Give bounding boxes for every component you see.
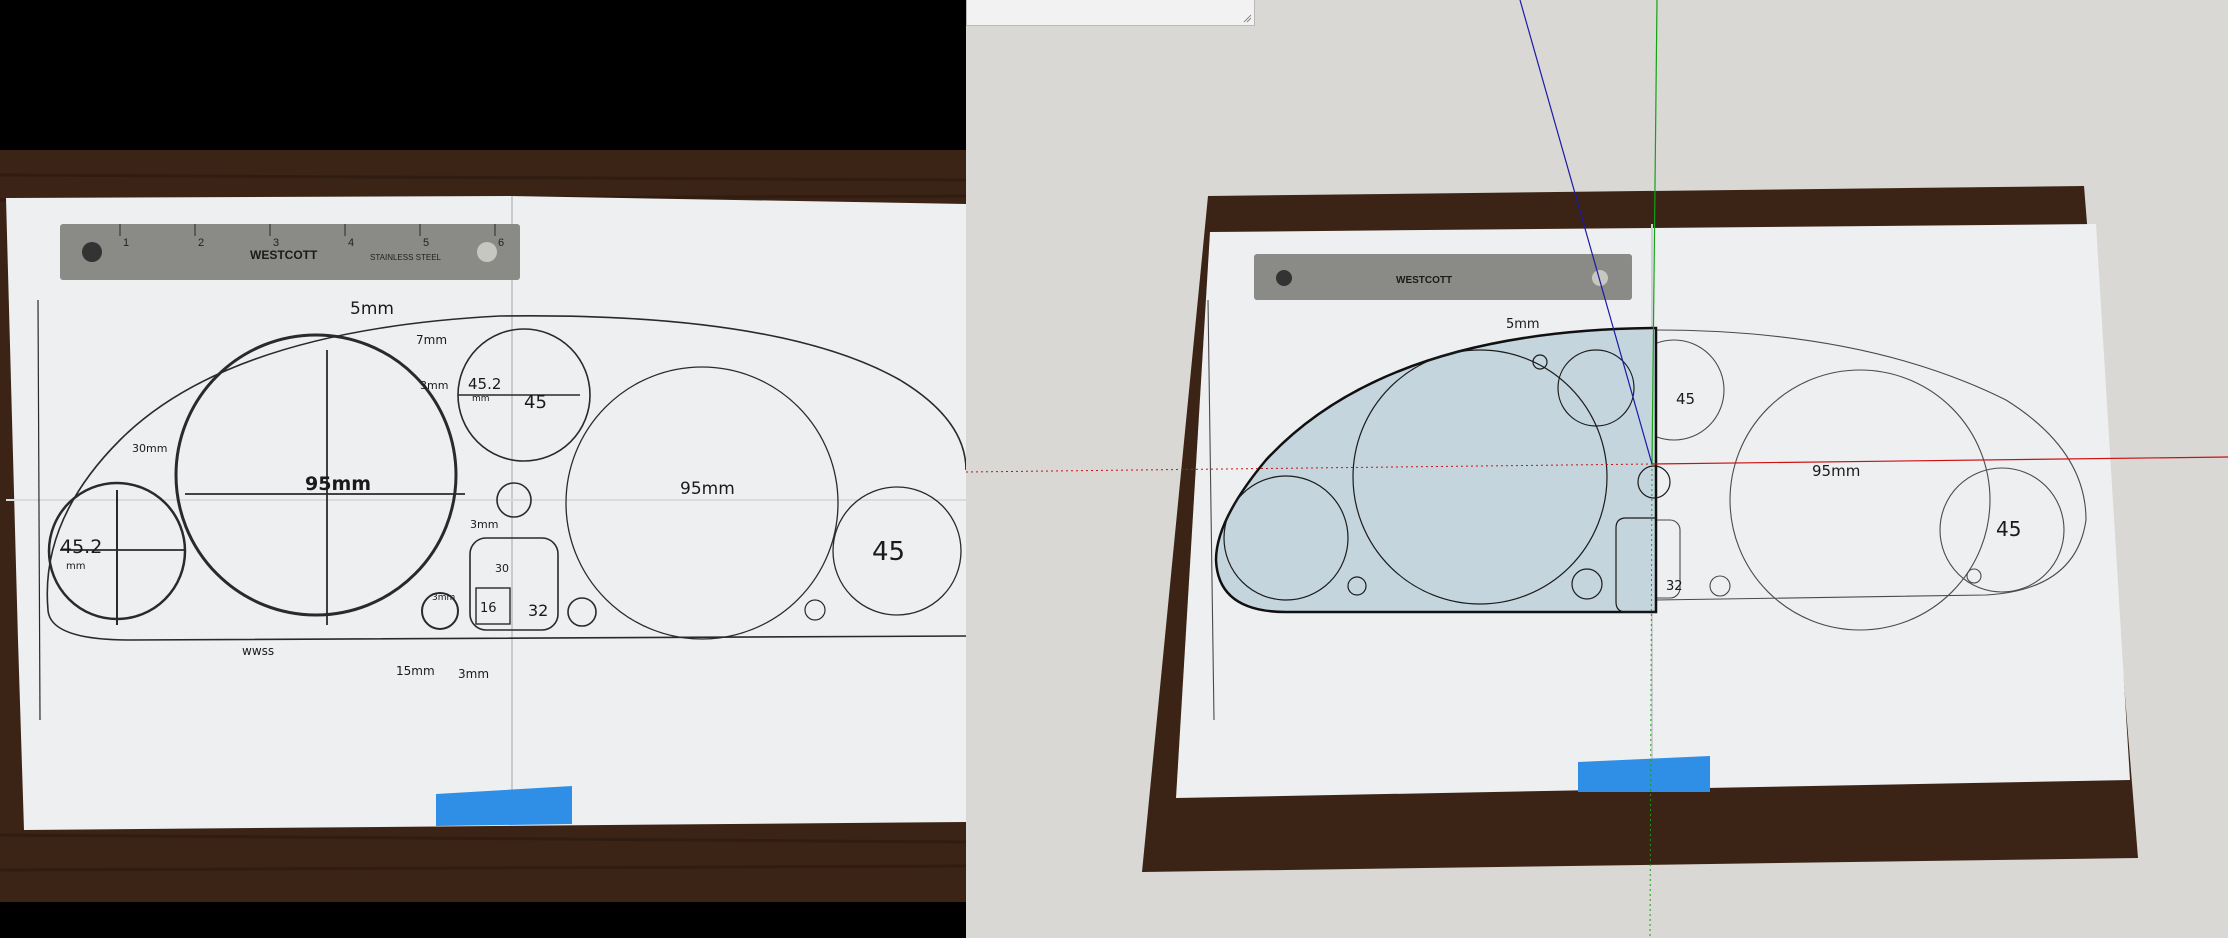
- scene-blue-tape: [1578, 756, 1710, 792]
- letterbox-bottom: [0, 902, 966, 938]
- svg-text:95mm: 95mm: [680, 479, 735, 499]
- svg-text:3mm: 3mm: [432, 593, 455, 603]
- svg-text:5mm: 5mm: [1506, 317, 1540, 332]
- svg-text:15mm: 15mm: [396, 664, 435, 678]
- paper-sheet: [6, 196, 966, 830]
- svg-text:45: 45: [872, 537, 905, 567]
- resize-grip-icon[interactable]: [1242, 13, 1252, 23]
- svg-text:45.2: 45.2: [60, 536, 102, 558]
- svg-text:5mm: 5mm: [350, 299, 394, 319]
- svg-text:2: 2: [198, 237, 204, 249]
- svg-text:WESTCOTT: WESTCOTT: [250, 248, 318, 262]
- svg-text:32: 32: [1666, 579, 1683, 594]
- svg-text:3mm: 3mm: [458, 667, 489, 681]
- letterbox-top: [0, 0, 966, 150]
- svg-text:7mm: 7mm: [416, 333, 447, 347]
- svg-text:STAINLESS STEEL: STAINLESS STEEL: [370, 253, 442, 262]
- tool-dialog[interactable]: [966, 0, 1255, 26]
- svg-text:45: 45: [524, 392, 547, 413]
- svg-text:45.2: 45.2: [468, 375, 501, 393]
- reference-photo-panel: 1 2 3 4 5 6 WESTCOTT STAINLESS STEEL 5mm…: [0, 0, 966, 938]
- svg-text:6: 6: [498, 237, 504, 249]
- viewport-canvas[interactable]: WESTCOTT 45 45 95mm 32 5mm: [966, 0, 2228, 938]
- steel-ruler: 1 2 3 4 5 6 WESTCOTT STAINLESS STEEL: [60, 224, 520, 280]
- svg-text:WESTCOTT: WESTCOTT: [1396, 275, 1452, 286]
- svg-text:wwss: wwss: [242, 644, 274, 658]
- svg-text:95mm: 95mm: [1812, 462, 1860, 480]
- svg-text:45: 45: [1996, 517, 2021, 541]
- svg-text:95mm: 95mm: [305, 473, 371, 495]
- svg-text:30: 30: [495, 562, 509, 575]
- svg-text:4: 4: [348, 237, 354, 249]
- svg-text:mm: mm: [472, 394, 490, 404]
- svg-text:30mm: 30mm: [132, 442, 167, 455]
- svg-text:3mm: 3mm: [420, 379, 448, 392]
- svg-text:3mm: 3mm: [470, 518, 498, 531]
- model-viewport[interactable]: WESTCOTT 45 45 95mm 32 5mm: [966, 0, 2228, 938]
- svg-text:32: 32: [528, 601, 548, 620]
- svg-text:16: 16: [480, 601, 497, 616]
- svg-text:1: 1: [123, 237, 129, 249]
- svg-text:45: 45: [1676, 390, 1695, 408]
- scene-ruler: WESTCOTT: [1254, 254, 1632, 300]
- svg-text:mm: mm: [66, 561, 85, 572]
- reference-photo: 1 2 3 4 5 6 WESTCOTT STAINLESS STEEL 5mm…: [0, 0, 966, 938]
- svg-text:5: 5: [423, 237, 429, 249]
